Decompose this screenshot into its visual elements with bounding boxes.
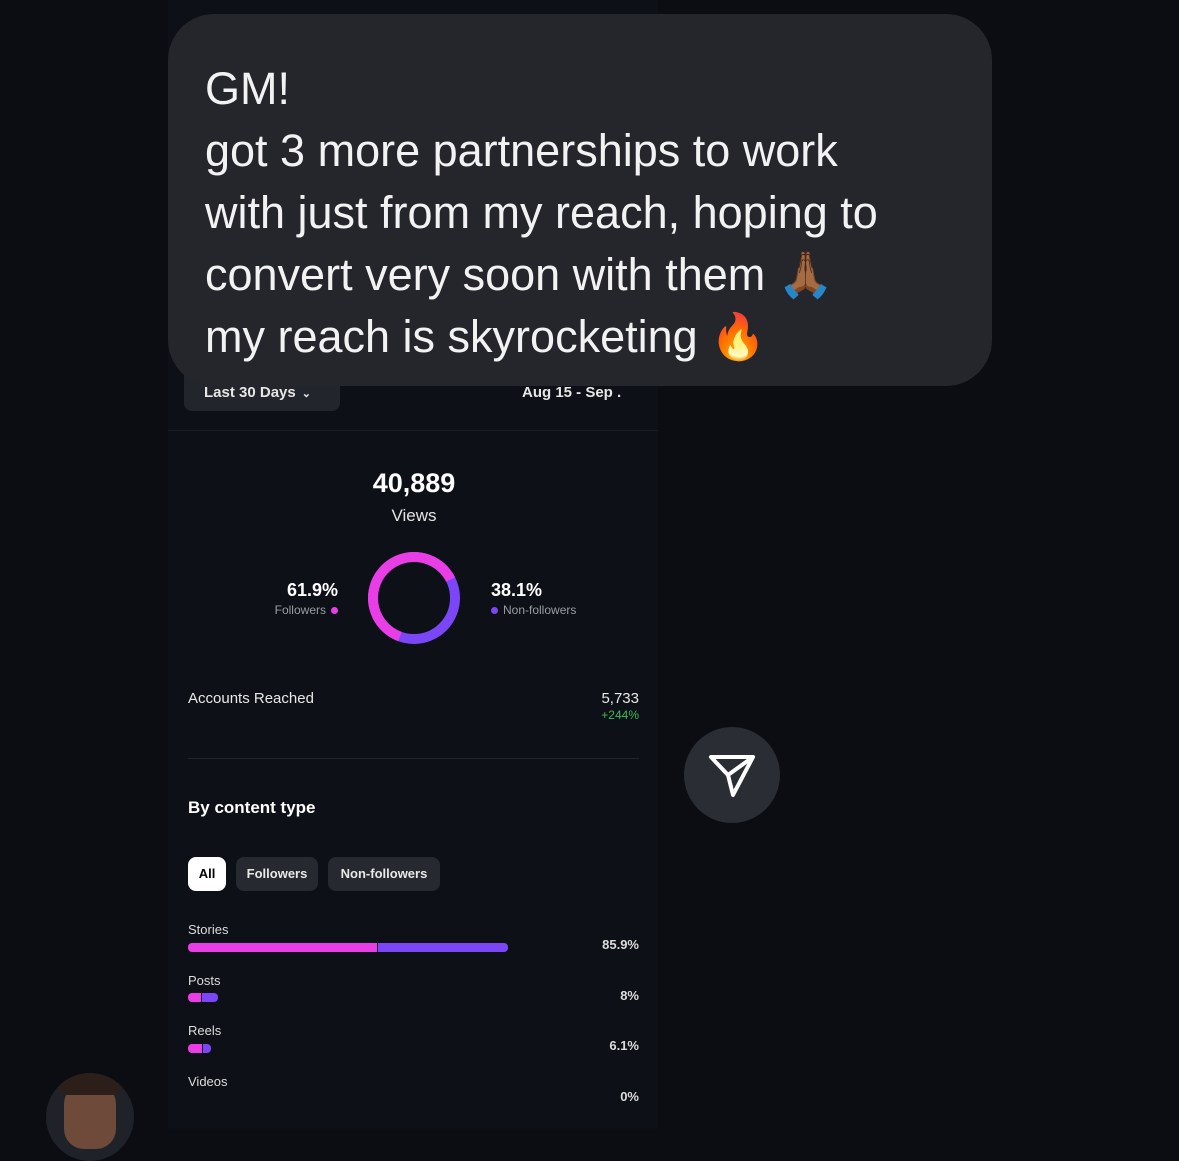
bar-segment-followers: [188, 943, 377, 952]
tab-followers[interactable]: Followers: [236, 857, 318, 891]
content-row-label: Posts: [188, 973, 221, 988]
bar-segment-non-followers: [202, 993, 218, 1002]
bar-segment-followers: [188, 1044, 202, 1053]
accounts-reached-change: +244%: [601, 708, 639, 722]
accounts-reached-value: 5,733: [601, 690, 639, 707]
divider: [168, 430, 658, 431]
content-row-percent: 6.1%: [609, 1038, 639, 1053]
views-label: Views: [391, 506, 437, 525]
content-row-bar: [188, 993, 218, 1002]
bar-segment-followers: [188, 993, 202, 1002]
non-followers-dot-icon: [491, 607, 498, 615]
content-row-percent: 8%: [620, 988, 639, 1003]
chevron-down-icon: ⌄: [301, 388, 311, 400]
date-filter-label: Last 30 Days: [204, 384, 296, 401]
views-count: 40,889: [372, 468, 456, 498]
followers-dot-icon: [331, 607, 338, 615]
content-row-label: Reels: [188, 1023, 222, 1038]
non-followers-percent: 38.1%: [491, 580, 543, 600]
message-line: got 3 more partnerships to work: [205, 125, 838, 176]
content-row-bar: [188, 1044, 211, 1053]
send-button[interactable]: [684, 727, 780, 823]
avatar[interactable]: [46, 1073, 134, 1161]
non-followers-legend-label: Non-followers: [503, 603, 577, 617]
followers-legend: Followers: [200, 603, 338, 617]
content-row-percent: 0%: [620, 1089, 639, 1104]
accounts-reached-label: Accounts Reached: [188, 690, 314, 707]
content-row-label: Videos: [188, 1074, 228, 1089]
content-type-title: By content type: [188, 798, 316, 817]
views-donut-chart: [368, 552, 460, 644]
tab-all[interactable]: All: [188, 857, 226, 891]
message-line: with just from my reach, hoping to: [205, 187, 878, 238]
non-followers-legend: Non-followers: [491, 603, 576, 617]
content-row-percent: 85.9%: [602, 937, 639, 952]
content-row-label: Stories: [188, 922, 229, 937]
divider: [188, 758, 639, 759]
message-line: my reach is skyrocketing 🔥: [205, 311, 767, 362]
bar-segment-non-followers: [202, 1044, 211, 1053]
bar-segment-non-followers: [377, 943, 508, 952]
donut-segment-followers: [368, 552, 460, 644]
message-line: convert very soon with them 🙏🏾: [205, 249, 834, 300]
date-range: Aug 15 - Sep .: [522, 384, 622, 401]
message-line: GM!: [205, 63, 290, 114]
send-arrow-icon: [709, 755, 755, 797]
content-row-bar: [188, 943, 508, 952]
message-bubble[interactable]: GM! got 3 more partnerships to work with…: [168, 14, 992, 386]
followers-legend-label: Followers: [274, 603, 326, 617]
tab-non-followers[interactable]: Non-followers: [328, 857, 440, 891]
followers-percent: 61.9%: [286, 580, 338, 600]
